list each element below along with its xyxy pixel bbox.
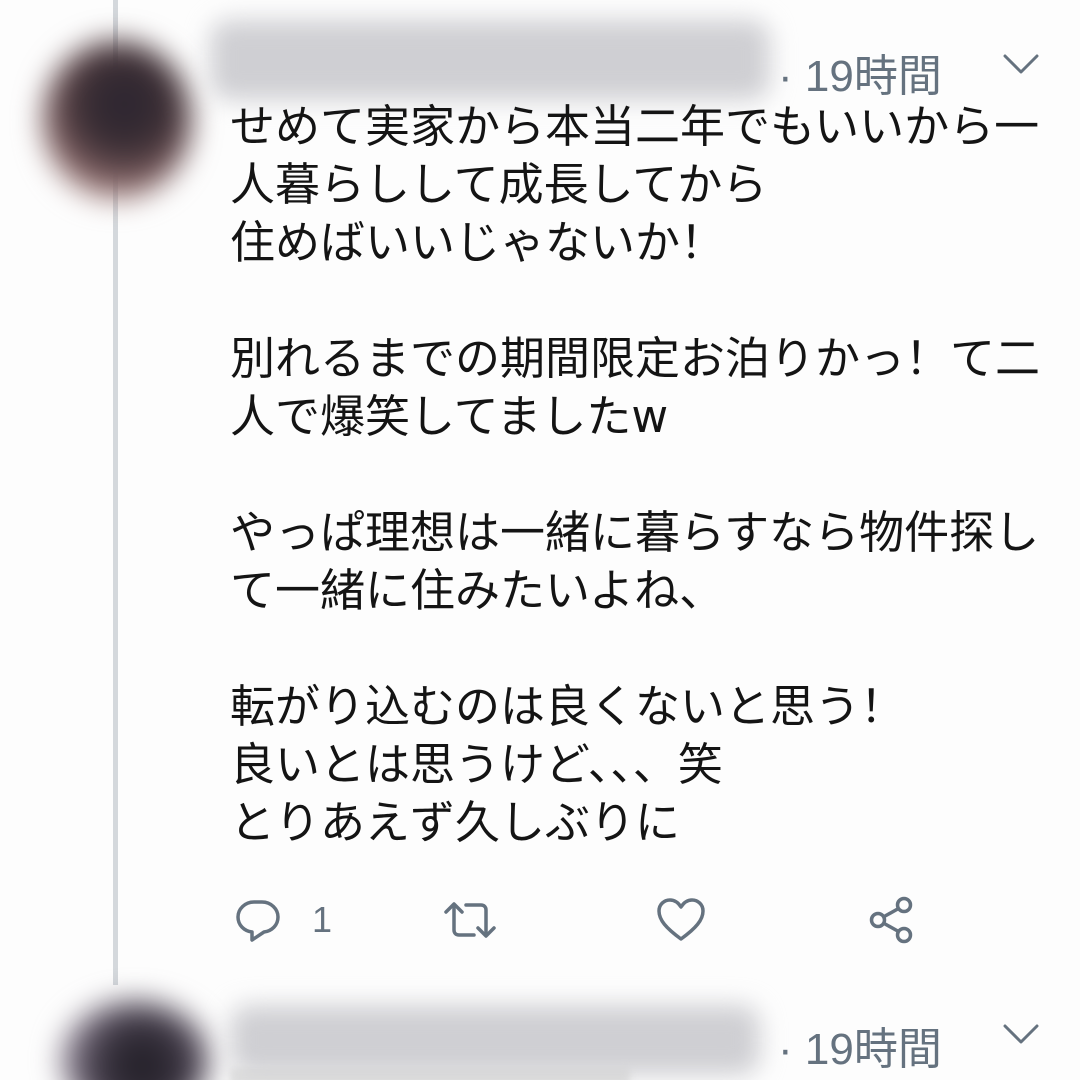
timeline: · 19時間 せめて実家から本当二年でもいいから一 人暮らしして成長してから 住… xyxy=(0,0,1080,1080)
tweet-line: やっぱ理想は一緒に暮らすなら物件探し xyxy=(230,506,1040,559)
tweet-paragraph: やっぱ理想は一緒に暮らすなら物件探し て一緒に住みたいよね、 xyxy=(230,504,1060,620)
reply-button[interactable]: 1 xyxy=(234,890,332,950)
tweet-paragraph: 転がり込むのは良くないと思う！ 良いとは思うけど、、、笑 とりあえず久しぶりに xyxy=(230,678,1060,852)
display-name-redacted[interactable] xyxy=(230,1005,760,1075)
tweet-timestamp[interactable]: · 19時間 xyxy=(778,1013,942,1077)
tweet-line: せめて実家から本当二年でもいいから一 xyxy=(230,100,1040,153)
tweet-line: 転がり込むのは良くないと思う！ xyxy=(230,680,906,733)
tweet-line: て一緒に住みたいよね、 xyxy=(230,564,725,617)
tweet-line: 良いとは思うけど、、、笑 xyxy=(230,738,723,791)
tweet-body: せめて実家から本当二年でもいいから一 人暮らしして成長してから 住めばいいじゃな… xyxy=(230,98,1060,852)
tweet-paragraph: 別れるまでの期間限定お泊りかっ！て二 人で爆笑してましたw xyxy=(230,330,1060,446)
tweet-line: 人暮らしして成長してから xyxy=(230,158,768,211)
tweet-actions: 1 xyxy=(0,890,1080,950)
reply-icon xyxy=(236,900,280,942)
tweet-line: 別れるまでの期間限定お泊りかっ！て二 xyxy=(230,332,1041,385)
chevron-down-icon[interactable] xyxy=(1002,1022,1040,1046)
retweet-button[interactable] xyxy=(442,890,498,950)
chevron-down-icon[interactable] xyxy=(1002,52,1040,76)
retweet-icon xyxy=(444,902,496,938)
tweet-body-cropped xyxy=(230,1068,630,1080)
reply-count: 1 xyxy=(312,899,333,940)
tweet-line: 住めばいいじゃないか！ xyxy=(230,216,726,269)
tweet-timestamp[interactable]: · 19時間 xyxy=(778,40,942,104)
heart-icon xyxy=(657,898,705,941)
share-icon xyxy=(869,896,913,944)
display-name-redacted[interactable] xyxy=(210,20,770,100)
avatar[interactable] xyxy=(42,40,192,200)
share-button[interactable] xyxy=(866,890,916,950)
like-button[interactable] xyxy=(656,890,706,950)
avatar[interactable] xyxy=(60,1000,210,1080)
tweet-line: 人で爆笑してましたw xyxy=(230,390,669,443)
tweet-paragraph: せめて実家から本当二年でもいいから一 人暮らしして成長してから 住めばいいじゃな… xyxy=(230,98,1060,272)
tweet-line: とりあえず久しぶりに xyxy=(230,796,681,849)
